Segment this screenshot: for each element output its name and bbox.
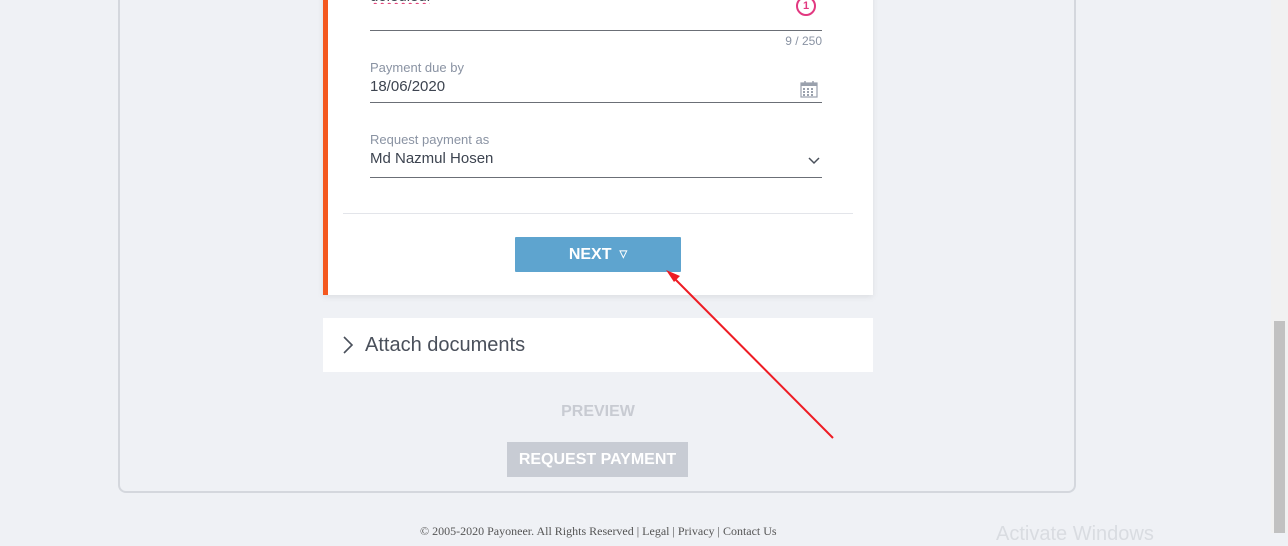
error-count-badge: 1: [796, 0, 816, 16]
request-as-field[interactable]: Request payment as Md Nazmul Hosen: [370, 132, 822, 180]
request-as-value: Md Nazmul Hosen: [370, 150, 494, 167]
request-payment-button[interactable]: REQUEST PAYMENT: [507, 442, 688, 477]
due-date-field[interactable]: Payment due by 18/06/2020: [370, 60, 822, 104]
card-divider: [343, 213, 853, 214]
request-as-underline: [370, 177, 822, 178]
attach-documents-section[interactable]: Attach documents: [323, 318, 873, 372]
request-as-label: Request payment as: [370, 132, 490, 147]
chevron-down-icon[interactable]: [808, 156, 820, 166]
windows-activation-watermark: Activate Windows: [996, 523, 1154, 545]
next-button-label: NEXT: [568, 245, 612, 263]
next-button[interactable]: NEXT ▽: [515, 237, 681, 272]
preview-link[interactable]: PREVIEW: [523, 403, 673, 421]
calendar-icon[interactable]: [800, 80, 818, 98]
footer-text: © 2005-2020 Payoneer. All Rights Reserve…: [420, 524, 777, 538]
description-input[interactable]: doledledl: [370, 0, 430, 4]
triangle-down-icon: ▽: [619, 249, 628, 260]
description-underline: [370, 30, 822, 31]
page-scrollbar[interactable]: [1271, 0, 1288, 533]
chevron-right-icon: [343, 336, 354, 354]
character-counter: 9 / 250: [785, 34, 822, 48]
due-date-value: 18/06/2020: [370, 78, 446, 95]
due-date-label: Payment due by: [370, 60, 464, 75]
attach-documents-label: Attach documents: [365, 333, 526, 356]
active-step-accent: [323, 0, 328, 295]
payment-details-card: doledledl 1 9 / 250 Payment due by 18/06…: [323, 0, 873, 295]
due-date-underline: [370, 102, 822, 103]
scrollbar-thumb[interactable]: [1274, 321, 1285, 533]
